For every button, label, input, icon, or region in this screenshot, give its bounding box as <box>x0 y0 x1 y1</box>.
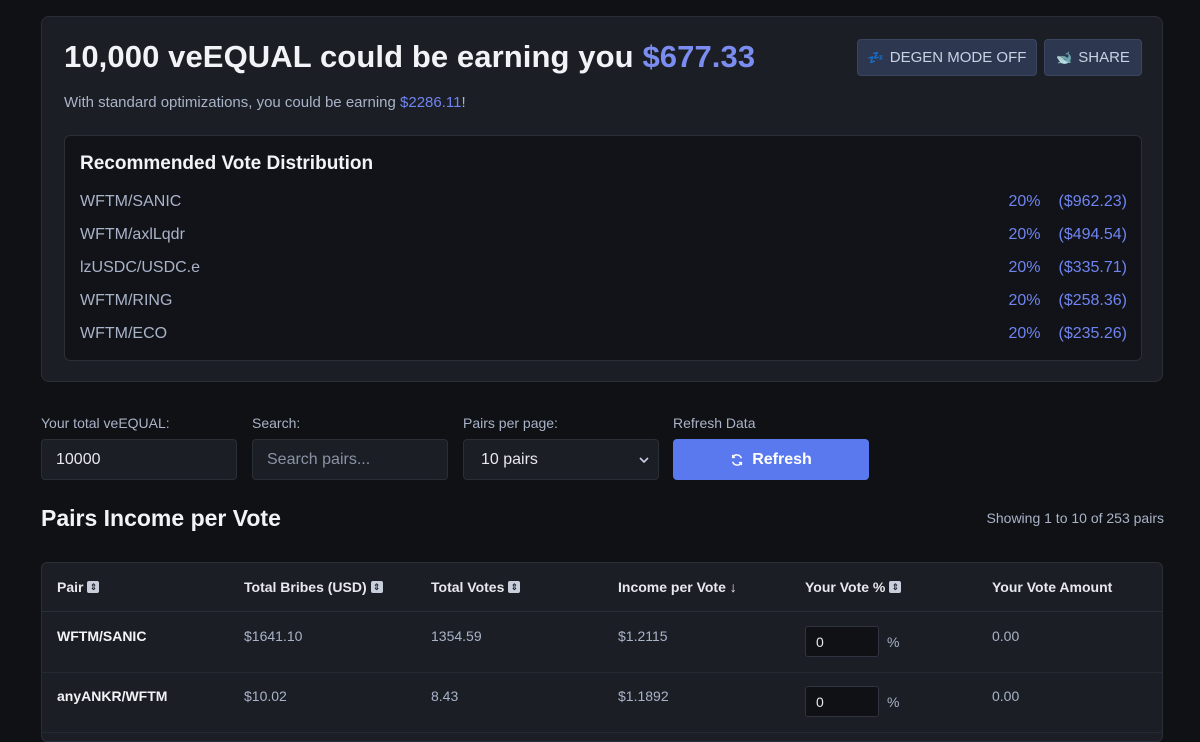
sort-icon: ⇕ <box>370 581 383 593</box>
total-bribes: $1641.10 <box>244 628 303 644</box>
whale-icon: 🐋 <box>1056 49 1073 65</box>
pairs-per-page-label: Pairs per page: <box>463 415 558 431</box>
column-header-label: Income per Vote ↓ <box>618 579 737 595</box>
recommended-pair: WFTM/axlLqdr <box>80 226 185 243</box>
pair-name: WFTM/SANIC <box>57 628 147 644</box>
percent-sign: % <box>887 634 900 650</box>
optimization-note: With standard optimizations, you could b… <box>64 94 466 111</box>
vote-percent-input[interactable] <box>805 686 879 717</box>
recommended-vote-row: WFTM/axlLqdr 20% ($494.54) <box>80 223 1127 247</box>
earnings-summary-card: 10,000 veEQUAL could be earning you $677… <box>41 16 1163 382</box>
column-header-label: Total Bribes (USD) <box>244 579 367 595</box>
recommended-pair: lzUSDC/USDC.e <box>80 259 201 276</box>
chevron-down-icon <box>639 456 649 463</box>
optimization-note-prefix: With standard optimizations, you could b… <box>64 94 401 111</box>
column-header-votes[interactable]: Total Votes ⇕ <box>431 579 521 595</box>
earnings-amount: $677.33 <box>642 39 756 74</box>
recommended-value: ($962.23) <box>1058 193 1128 210</box>
total-votes: 1354.59 <box>431 628 482 644</box>
recommended-percent: 20% <box>1008 259 1041 276</box>
vote-percent-input[interactable] <box>805 626 879 657</box>
recommended-vote-row: lzUSDC/USDC.e 20% ($335.71) <box>80 256 1127 280</box>
recommended-percent: 20% <box>1008 226 1041 243</box>
recommended-percent: 20% <box>1008 325 1041 342</box>
pagination-summary: Showing 1 to 10 of 253 pairs <box>986 510 1164 526</box>
search-label: Search: <box>252 415 301 431</box>
refresh-icon <box>732 453 743 466</box>
earnings-headline-prefix: 10,000 veEQUAL could be earning you <box>64 39 643 74</box>
recommended-pair: WFTM/RING <box>80 292 173 309</box>
total-bribes: $10.02 <box>244 688 287 704</box>
search-input[interactable] <box>252 439 448 480</box>
column-header-label: Your Vote % <box>805 579 886 595</box>
table-header: Pair ⇕ Total Bribes (USD) ⇕ Total Votes … <box>42 563 1162 612</box>
column-header-label: Your Vote Amount <box>992 579 1113 595</box>
total-veequal-input[interactable] <box>41 439 237 480</box>
column-header-vote-amount: Your Vote Amount <box>992 579 1112 595</box>
vote-amount: 0.00 <box>992 628 1020 644</box>
share-label: SHARE <box>1078 49 1130 66</box>
sort-icon: ⇕ <box>87 581 100 593</box>
sort-icon: ⇕ <box>508 581 521 593</box>
total-veequal-label: Your total veEQUAL: <box>41 415 170 431</box>
recommended-pair: WFTM/SANIC <box>80 193 182 210</box>
pair-name: anyANKR/WFTM <box>57 688 168 704</box>
recommended-value: ($235.26) <box>1058 325 1128 342</box>
degen-mode-toggle-button[interactable]: 💤 DEGEN MODE OFF <box>857 39 1037 76</box>
recommended-pair: WFTM/ECO <box>80 325 168 342</box>
recommended-percent: 20% <box>1008 193 1041 210</box>
recommended-value: ($335.71) <box>1058 259 1128 276</box>
recommended-value: ($494.54) <box>1058 226 1128 243</box>
column-header-vote-percent[interactable]: Your Vote % ⇕ <box>805 579 902 595</box>
pairs-per-page-select[interactable]: 10 pairs <box>463 439 659 480</box>
income-per-vote: $1.1892 <box>618 688 669 704</box>
refresh-button-label: Refresh <box>752 450 812 468</box>
percent-sign: % <box>887 694 900 710</box>
vote-amount: 0.00 <box>992 688 1020 704</box>
recommended-percent: 20% <box>1008 292 1041 309</box>
refresh-data-label: Refresh Data <box>673 415 756 431</box>
recommended-vote-panel: Recommended Vote Distribution WFTM/SANIC… <box>64 135 1142 361</box>
optimization-note-suffix: ! <box>461 94 466 111</box>
column-header-pair[interactable]: Pair ⇕ <box>57 579 100 595</box>
recommended-vote-row: WFTM/SANIC 20% ($962.23) <box>80 190 1127 214</box>
optimized-amount: $2286.11 <box>400 94 462 111</box>
column-header-label: Pair <box>57 579 84 595</box>
sleep-icon: 💤 <box>867 49 884 65</box>
pairs-per-page-value: 10 pairs <box>481 450 538 468</box>
table-row: anyANKR/WFTM $10.02 8.43 $1.1892 % 0.00 <box>42 672 1162 733</box>
table-row: WFTM/SANIC $1641.10 1354.59 $1.2115 % 0.… <box>42 612 1162 673</box>
column-header-label: Total Votes <box>431 579 505 595</box>
column-header-bribes[interactable]: Total Bribes (USD) ⇕ <box>244 579 383 595</box>
pairs-income-title: Pairs Income per Vote <box>41 505 281 531</box>
refresh-button[interactable]: Refresh <box>673 439 869 480</box>
recommended-value: ($258.36) <box>1058 292 1128 309</box>
earnings-headline: 10,000 veEQUAL could be earning you $677… <box>64 39 755 75</box>
sort-icon: ⇕ <box>889 581 902 593</box>
degen-mode-label: DEGEN MODE OFF <box>889 49 1027 66</box>
income-per-vote: $1.2115 <box>618 628 668 644</box>
recommended-vote-title: Recommended Vote Distribution <box>80 153 374 174</box>
share-button[interactable]: 🐋 SHARE <box>1044 39 1142 76</box>
column-header-income[interactable]: Income per Vote ↓ <box>618 579 737 595</box>
pairs-table: Pair ⇕ Total Bribes (USD) ⇕ Total Votes … <box>41 562 1163 742</box>
recommended-vote-row: WFTM/ECO 20% ($235.26) <box>80 322 1127 346</box>
recommended-vote-row: WFTM/RING 20% ($258.36) <box>80 289 1127 313</box>
total-votes: 8.43 <box>431 688 459 704</box>
